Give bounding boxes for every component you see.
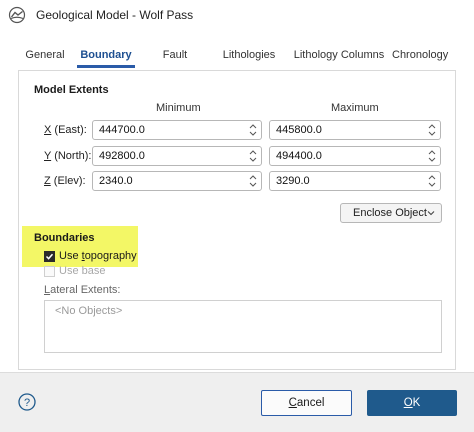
spinner-arrows-icon[interactable]	[428, 148, 436, 164]
use-base-checkbox[interactable]	[44, 266, 55, 277]
z-min-input[interactable]: 2340.0	[92, 171, 262, 191]
y-north-label: Y (North):	[44, 150, 92, 162]
spinner-arrows-icon[interactable]	[249, 122, 257, 138]
tab-lithology-columns[interactable]: Lithology Columns	[291, 42, 387, 68]
cancel-button[interactable]: Cancel	[261, 390, 352, 416]
svg-text:?: ?	[24, 397, 30, 409]
spinner-arrows-icon[interactable]	[249, 173, 257, 189]
maximum-column-header: Maximum	[331, 102, 379, 114]
boundaries-heading: Boundaries	[34, 232, 95, 244]
z-elev-label: Z (Elev):	[44, 175, 86, 187]
x-min-input[interactable]: 444700.0	[92, 120, 262, 140]
use-topography-label[interactable]: Use topography	[59, 250, 137, 262]
checkmark-icon	[45, 253, 54, 260]
tab-chronology[interactable]: Chronology	[392, 42, 448, 68]
lateral-extents-label: Lateral Extents:	[44, 284, 121, 296]
help-icon[interactable]: ?	[18, 393, 36, 411]
tab-bar: General Boundary Fault System Lithologie…	[0, 42, 474, 87]
title-bar: Geological Model - Wolf Pass	[0, 0, 474, 30]
ok-button[interactable]: OK	[367, 390, 457, 416]
y-max-input[interactable]: 494400.0	[269, 146, 441, 166]
minimum-column-header: Minimum	[156, 102, 201, 114]
window-title: Geological Model - Wolf Pass	[36, 8, 194, 22]
model-extents-heading: Model Extents	[34, 84, 109, 96]
chevron-down-icon	[427, 211, 435, 216]
y-min-input[interactable]: 492800.0	[92, 146, 262, 166]
tab-boundary[interactable]: Boundary	[77, 42, 135, 68]
lateral-extents-placeholder: <No Objects>	[55, 305, 123, 317]
lateral-extents-list[interactable]: <No Objects>	[44, 300, 442, 353]
z-max-input[interactable]: 3290.0	[269, 171, 441, 191]
spinner-arrows-icon[interactable]	[428, 173, 436, 189]
x-east-label: X (East):	[44, 124, 87, 136]
geology-model-icon	[8, 6, 26, 24]
tab-fault-system[interactable]: Fault System	[143, 42, 207, 87]
enclose-object-button[interactable]: Enclose Object	[340, 203, 442, 223]
spinner-arrows-icon[interactable]	[428, 122, 436, 138]
x-max-input[interactable]: 445800.0	[269, 120, 441, 140]
spinner-arrows-icon[interactable]	[249, 148, 257, 164]
use-base-label: Use base	[59, 265, 106, 277]
use-topography-checkbox[interactable]	[44, 251, 55, 262]
tab-lithologies[interactable]: Lithologies	[218, 42, 280, 68]
tab-general[interactable]: General	[20, 42, 70, 68]
